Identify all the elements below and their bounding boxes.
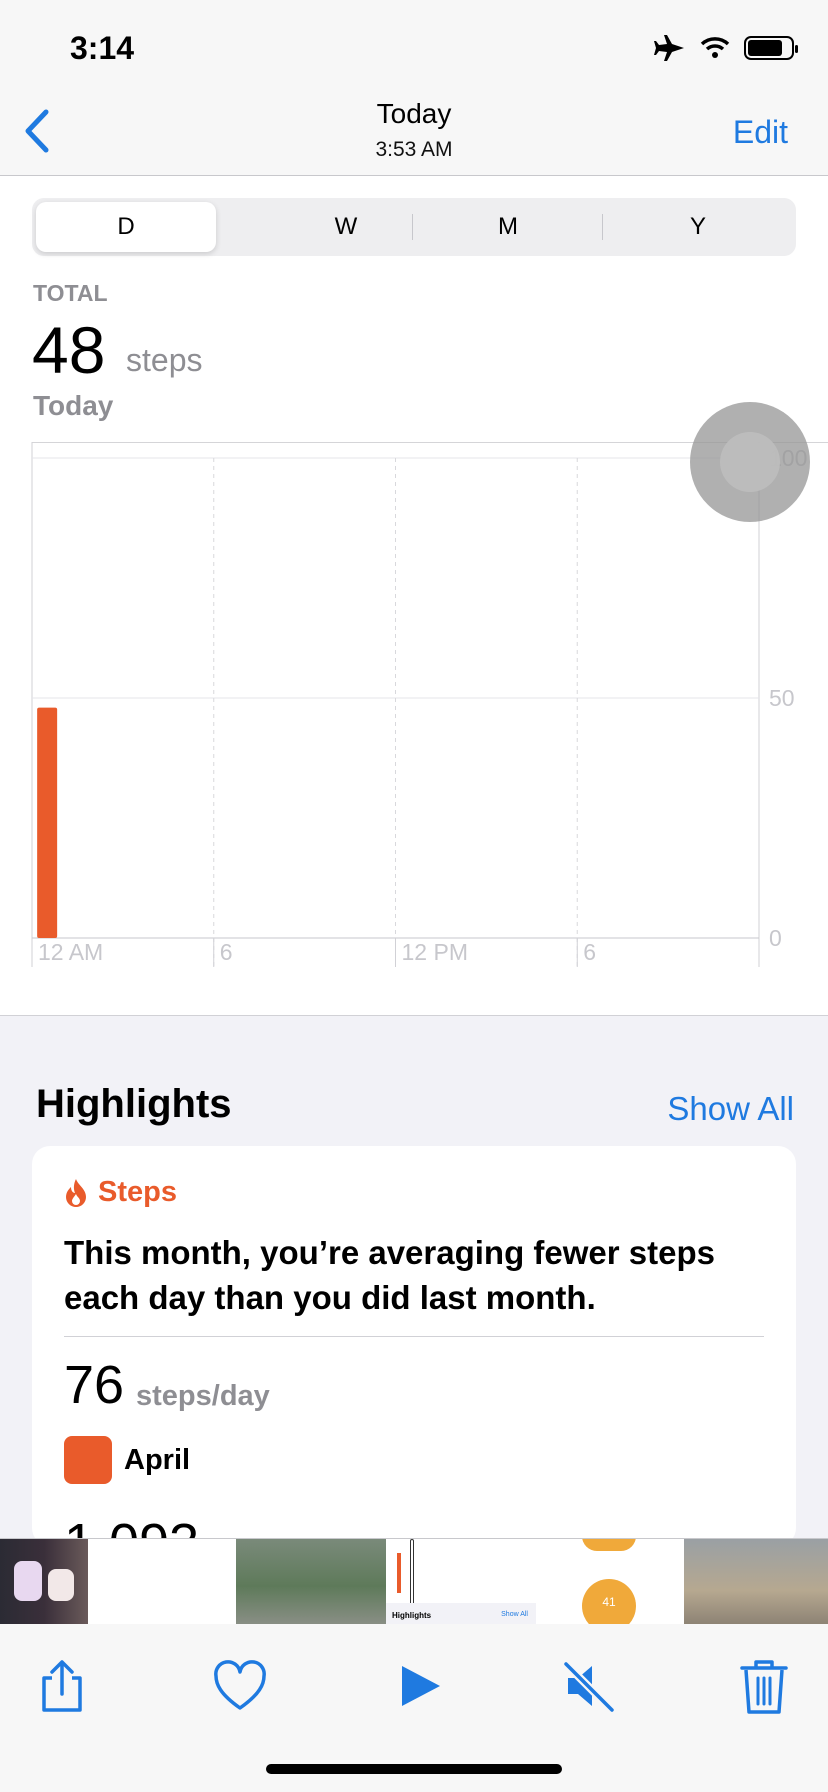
highlight-card[interactable]: Steps This month, you’re averaging fewer… — [32, 1146, 796, 1546]
status-icons — [654, 34, 798, 62]
steps-panel: D W M Y TOTAL 48 steps Today 100500 12 A… — [0, 176, 828, 1016]
play-icon[interactable] — [390, 1656, 450, 1716]
status-time: 3:14 — [70, 30, 135, 66]
top-bar: 3:14 Today 3:53 AM Edit — [0, 0, 828, 176]
total-unit: steps — [126, 342, 203, 378]
segment-divider — [412, 214, 413, 240]
touch-indicator — [690, 402, 810, 522]
nav-subtitle: 3:53 AM — [375, 138, 453, 161]
segment-divider — [602, 214, 603, 240]
highlight-category-label: Steps — [98, 1176, 177, 1208]
segment-year[interactable]: Y — [608, 202, 788, 252]
y-tick-label: 50 — [769, 685, 795, 711]
trash-icon[interactable] — [734, 1656, 794, 1716]
thumb-landscape[interactable] — [236, 1539, 386, 1624]
total-value: 48 — [32, 313, 106, 387]
segment-month[interactable]: M — [418, 202, 598, 252]
nav-title: Today — [376, 98, 452, 129]
flame-icon — [66, 1178, 86, 1207]
photo-filmstrip[interactable]: Highlights Show All 41 — [0, 1538, 828, 1624]
x-tick-label: 12 PM — [402, 939, 468, 965]
step-bar — [37, 707, 58, 938]
thumb-health-screenshot[interactable]: Highlights Show All — [386, 1539, 536, 1624]
photos-toolbar — [0, 1624, 828, 1792]
airplane-icon — [654, 35, 684, 61]
metric-unit: steps/day — [136, 1380, 270, 1412]
steps-bar-chart[interactable]: 100500 12 AM612 PM6 — [0, 442, 828, 1002]
month-color-swatch — [64, 1436, 112, 1484]
home-indicator — [266, 1764, 562, 1774]
period-segmented-control: D W M Y — [32, 198, 796, 256]
thumb-title: Highlights — [392, 1611, 432, 1620]
segment-day[interactable]: D — [36, 202, 216, 252]
y-tick-label: 0 — [769, 925, 782, 951]
thumb-building[interactable] — [684, 1539, 828, 1624]
month-label: April — [124, 1444, 191, 1476]
edit-button[interactable]: Edit — [733, 114, 788, 151]
share-icon[interactable] — [32, 1656, 92, 1716]
show-all-link[interactable]: Show All — [667, 1090, 794, 1128]
thumb-activity[interactable]: 41 — [536, 1539, 684, 1624]
thumb-badge: 41 — [582, 1579, 636, 1624]
thumb-blank[interactable] — [88, 1539, 236, 1624]
card-divider — [64, 1336, 764, 1337]
heart-icon[interactable] — [210, 1656, 270, 1716]
x-tick-label: 6 — [583, 939, 596, 965]
highlight-category: Steps — [64, 1176, 177, 1209]
thumb-control-center[interactable] — [0, 1539, 88, 1624]
segment-week[interactable]: W — [256, 202, 436, 252]
highlights-title: Highlights — [36, 1082, 232, 1126]
highlight-text: This month, you’re averaging fewer steps… — [64, 1234, 715, 1316]
thumb-link: Show All — [501, 1611, 528, 1618]
x-tick-label: 6 — [220, 939, 233, 965]
wifi-icon — [700, 37, 730, 58]
metric-value: 76 — [64, 1355, 125, 1415]
total-label: TOTAL — [33, 280, 108, 306]
date-range-label: Today — [33, 390, 114, 421]
x-tick-label: 12 AM — [38, 939, 103, 965]
mute-icon[interactable] — [560, 1656, 620, 1716]
battery-icon — [744, 36, 798, 60]
